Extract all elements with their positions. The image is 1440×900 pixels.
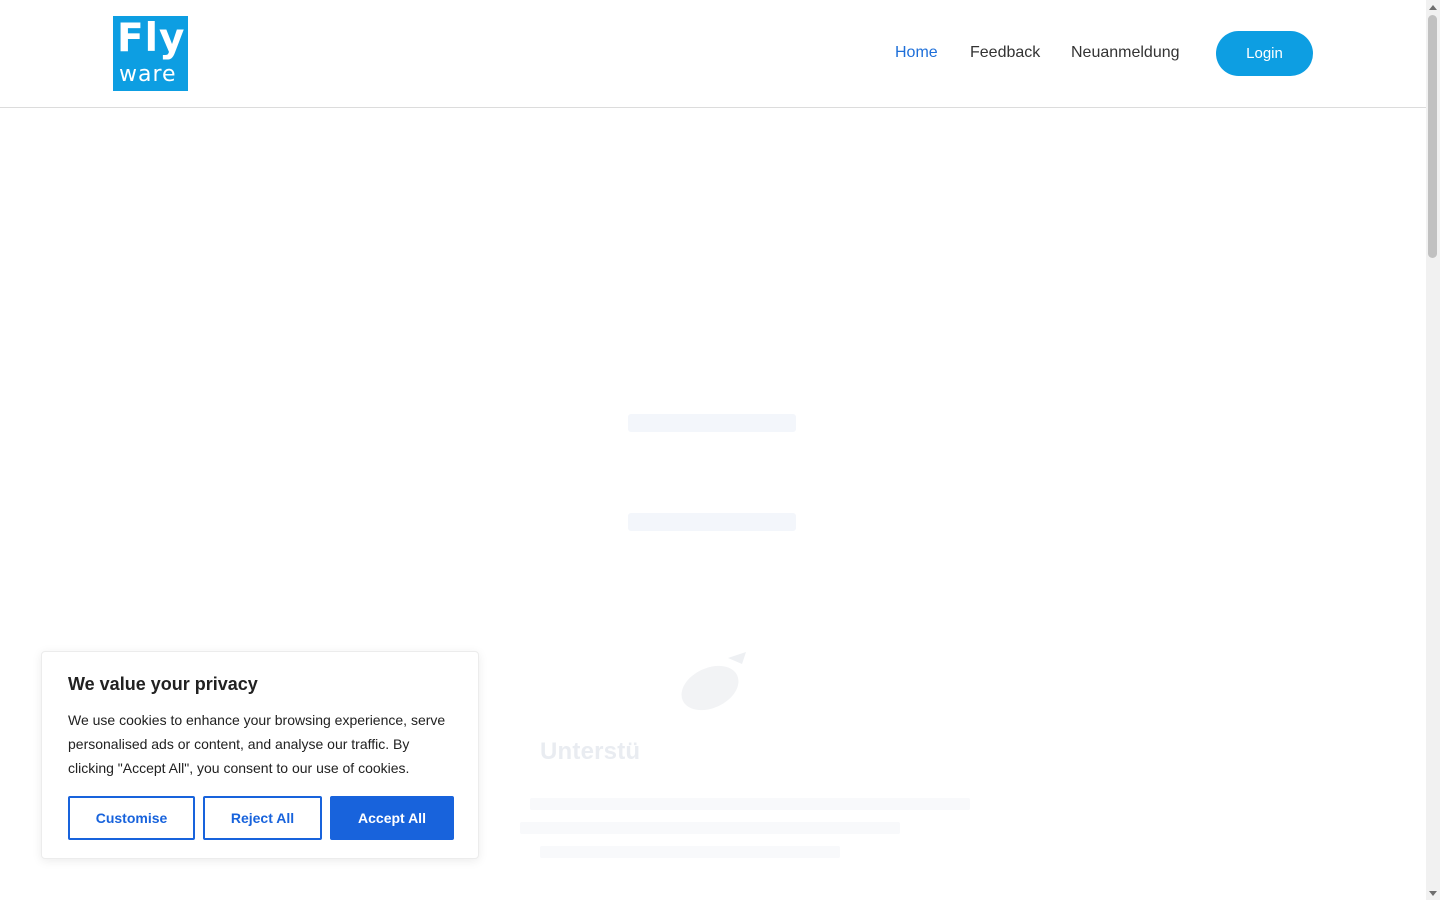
logo-text-bottom: ware — [119, 62, 177, 87]
cookie-description: We use cookies to enhance your browsing … — [68, 712, 446, 776]
flyware-logo[interactable]: Fly ware — [113, 16, 188, 91]
nav-feedback-link[interactable]: Feedback — [970, 43, 1040, 63]
vertical-scrollbar[interactable] — [1426, 0, 1440, 900]
logo-text-top: Fly — [117, 16, 186, 61]
nav-home-link[interactable]: Home — [895, 43, 938, 63]
reject-all-button[interactable]: Reject All — [203, 796, 322, 840]
scroll-thumb[interactable] — [1428, 15, 1437, 258]
placeholder-text-line — [530, 798, 970, 810]
scroll-down-button[interactable] — [1426, 886, 1440, 900]
accept-all-button[interactable]: Accept All — [330, 796, 454, 840]
customise-button[interactable]: Customise — [68, 796, 195, 840]
triangle-down-icon — [1429, 890, 1437, 896]
triangle-up-icon — [1429, 4, 1437, 10]
nav-neuanmeldung-link[interactable]: Neuanmeldung — [1071, 43, 1180, 63]
cookie-title: We value your privacy — [68, 674, 258, 694]
scroll-up-button[interactable] — [1426, 0, 1440, 14]
placeholder-text-line — [520, 822, 900, 834]
site-header: Fly ware Home Feedback Neuanmeldung Logi… — [0, 0, 1426, 108]
placeholder-text-line — [540, 846, 840, 858]
placeholder-bar — [628, 513, 796, 531]
login-button[interactable]: Login — [1216, 31, 1313, 76]
section-heading: Unterstü — [540, 738, 641, 765]
page: Fly ware Home Feedback Neuanmeldung Logi… — [0, 0, 1426, 900]
support-icon — [681, 652, 746, 711]
cookie-consent-banner: We value your privacy We use cookies to … — [41, 651, 479, 859]
placeholder-bar — [628, 414, 796, 432]
